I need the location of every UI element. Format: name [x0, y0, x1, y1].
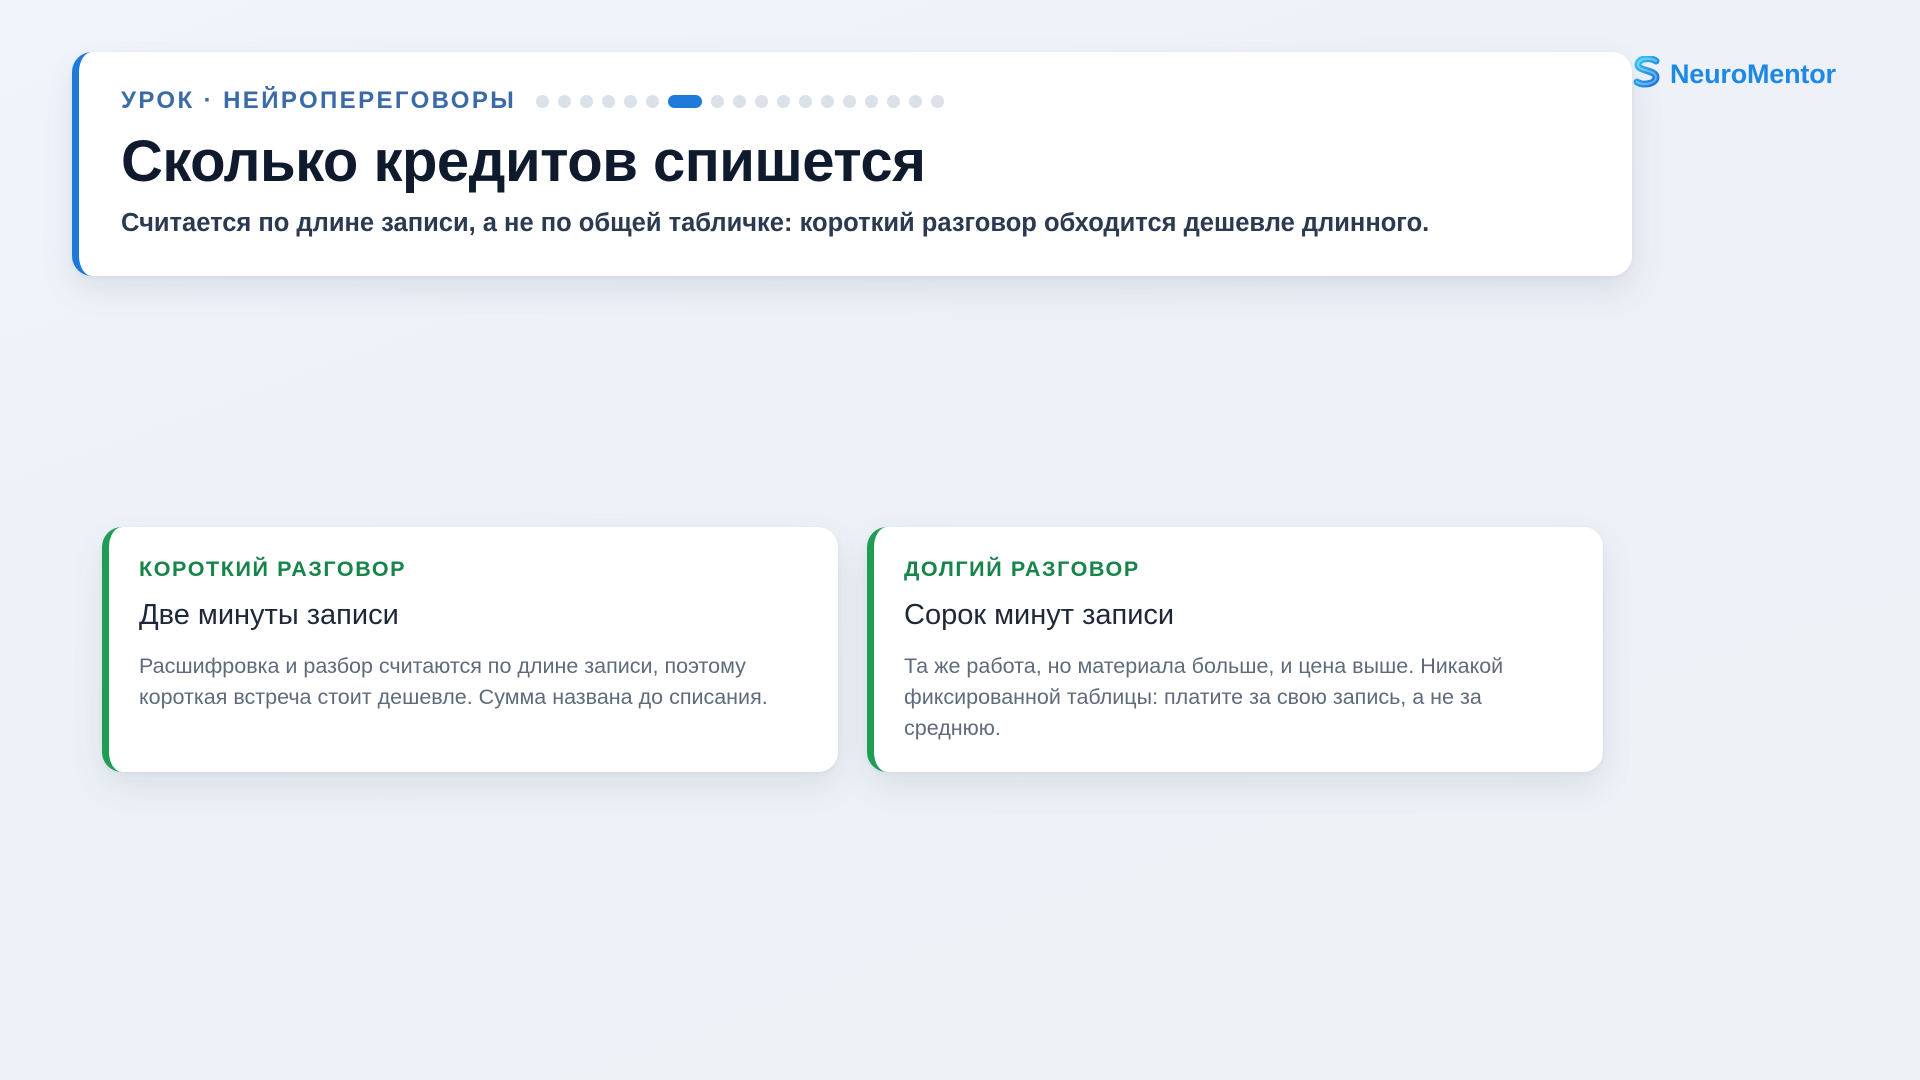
progress-dot [909, 94, 923, 108]
short-conversation-card: КОРОТКИЙ РАЗГОВОР Две минуты записи Расш… [102, 527, 838, 772]
neuromentor-logo-icon [1633, 56, 1660, 88]
progress-dot [843, 94, 857, 108]
progress-dot [624, 94, 638, 108]
progress-dot [602, 94, 616, 108]
lesson-header-card: УРОК · НЕЙРОПЕРЕГОВОРЫ Сколько кредитов … [72, 52, 1632, 276]
progress-dot [711, 94, 725, 108]
progress-dot-active [668, 94, 703, 108]
lesson-progress-dots [536, 94, 945, 108]
progress-dot [558, 94, 572, 108]
progress-dot [799, 94, 813, 108]
card-label: КОРОТКИЙ РАЗГОВОР [139, 557, 407, 581]
progress-dot [580, 94, 594, 108]
progress-dot [777, 94, 791, 108]
card-title: Две минуты записи [139, 599, 399, 631]
lesson-eyebrow: УРОК · НЕЙРОПЕРЕГОВОРЫ [121, 87, 517, 114]
progress-dot [646, 94, 660, 108]
card-title: Сорок минут записи [904, 599, 1175, 631]
progress-dot [887, 94, 901, 108]
brand-logo: NeuroMentor [1632, 56, 1836, 92]
card-label: ДОЛГИЙ РАЗГОВОР [904, 557, 1140, 581]
progress-dot [755, 94, 769, 108]
page-title: Сколько кредитов спишется [121, 129, 926, 194]
card-text: Та же работа, но материала больше, и цен… [904, 654, 1504, 740]
eyebrow-row: УРОК · НЕЙРОПЕРЕГОВОРЫ [121, 84, 945, 118]
progress-dot [821, 94, 835, 108]
brand-name: NeuroMentor [1670, 58, 1836, 89]
page-subtitle: Считается по длине записи, а не по общей… [121, 209, 1430, 237]
progress-dot [536, 94, 550, 108]
progress-dot [865, 94, 879, 108]
long-conversation-card: ДОЛГИЙ РАЗГОВОР Сорок минут записи Та же… [867, 527, 1603, 772]
progress-dot [733, 94, 747, 108]
progress-dot [931, 94, 945, 108]
card-text: Расшифровка и разбор считаются по длине … [139, 654, 768, 709]
